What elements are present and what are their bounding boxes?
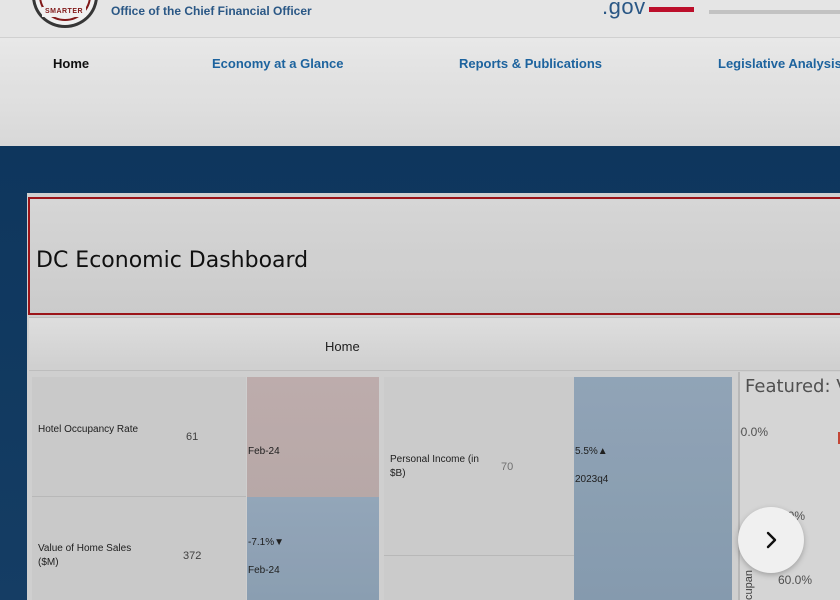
seal-text: SMARTER <box>42 7 86 17</box>
metric-value: 61 <box>186 431 199 443</box>
nav-item-economy-at-a-glance[interactable]: Economy at a Glance <box>212 56 344 71</box>
gov-logo-bar <box>649 7 694 12</box>
metric-name: Value of Home Sales ($M) <box>38 543 132 568</box>
metric-name: Personal Income (in $B) <box>390 454 479 479</box>
dashboard-title: DC Economic Dashboard <box>36 248 309 273</box>
dashboard-title-box: DC Economic Dashboard <box>28 197 840 315</box>
tile-divider <box>384 555 574 556</box>
metric-tile-home-sales[interactable]: Value of Home Sales ($M) 372 <box>32 497 246 600</box>
metric-name: Hotel Occupancy Rate <box>38 424 139 435</box>
metric-date: Feb-24 <box>248 446 280 457</box>
metric-value: 70 <box>501 461 514 473</box>
metric-tile-hotel-occupancy[interactable]: Hotel Occupancy Rate 61 <box>32 377 246 496</box>
metric-list-right: Personal Income (in $B) 70 <box>384 377 574 600</box>
carousel-next-button[interactable] <box>738 507 804 573</box>
search-field[interactable] <box>709 10 840 14</box>
metric-tile-personal-income[interactable]: Personal Income (in $B) 70 <box>384 377 574 555</box>
metric-date: Feb-24 <box>248 565 280 576</box>
cfo-seal-logo[interactable]: SMARTER <box>32 0 98 28</box>
main-nav: Home Economy at a Glance Reports & Publi… <box>0 38 840 146</box>
office-name[interactable]: Office of the Chief Financial Officer <box>111 4 312 18</box>
featured-title: Featured: V <box>745 376 840 397</box>
metric-list-left: Hotel Occupancy Rate 61 Value of Home Sa… <box>32 377 246 600</box>
metric-value: 372 <box>183 550 202 562</box>
y-tick-label: 60.0% <box>778 573 813 587</box>
site-header: SMARTER Office of the Chief Financial Of… <box>0 0 840 38</box>
y-axis-title: cupan <box>743 570 755 600</box>
economic-dashboard: DC Economic Dashboard Home Hotel Occupan… <box>27 193 840 600</box>
personal-income-change-cell: 5.5%▲ 2023q4 <box>574 377 732 600</box>
dc-gov-logo[interactable]: .gov <box>602 0 646 20</box>
metric-change: -7.1%▼ <box>248 537 285 548</box>
nav-item-legislative-analysis[interactable]: Legislative Analysis <box>718 56 840 71</box>
tab-home[interactable]: Home <box>325 339 360 354</box>
home-sales-change-cell: -7.1%▼ Feb-24 <box>247 497 379 600</box>
hotel-occupancy-date-cell: Feb-24 <box>247 377 379 497</box>
metric-change: 5.5%▲ <box>575 446 608 457</box>
y-tick-label: 100.0% <box>740 425 768 439</box>
chevron-right-icon <box>766 531 777 549</box>
metric-date: 2023q4 <box>575 474 609 485</box>
nav-item-home[interactable]: Home <box>53 56 89 71</box>
nav-item-reports-publications[interactable]: Reports & Publications <box>459 56 602 71</box>
dashboard-tab-strip: Home <box>29 317 840 371</box>
